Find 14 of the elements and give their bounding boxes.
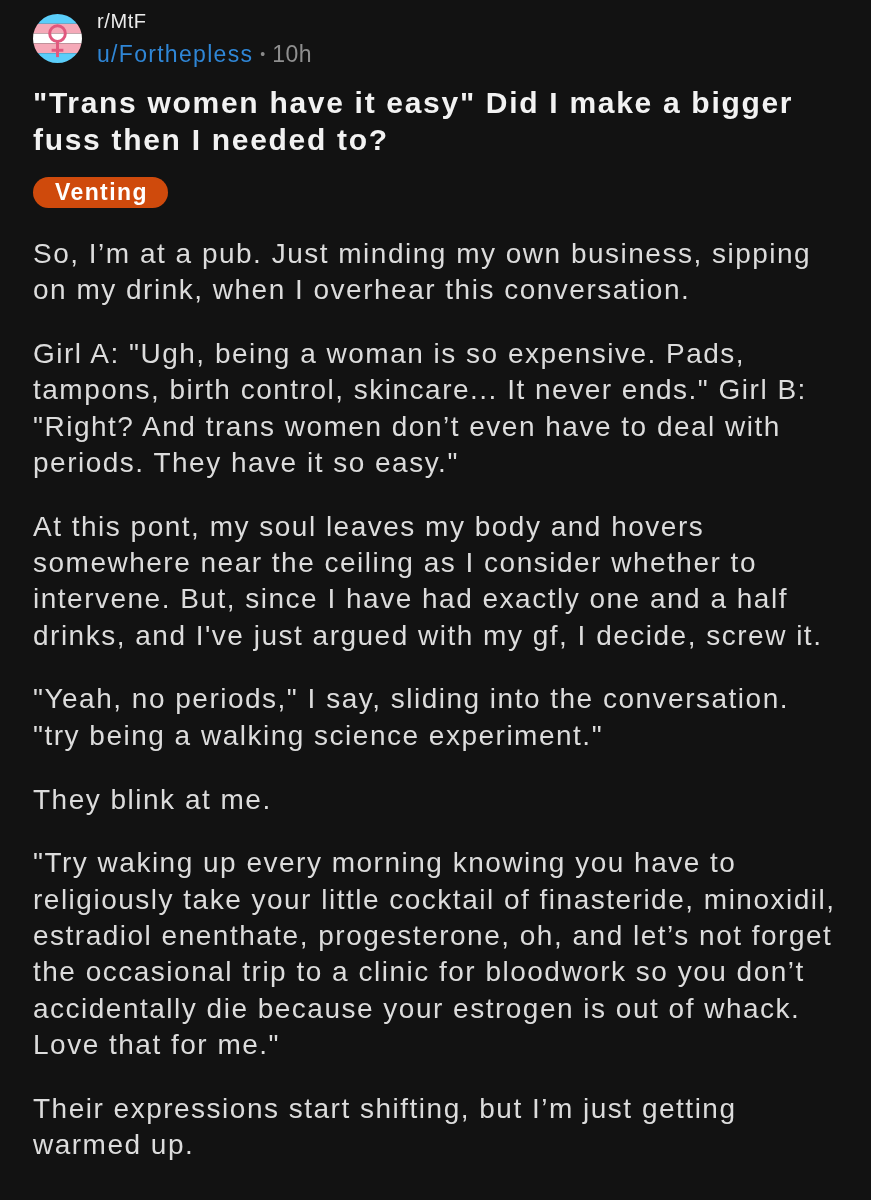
body-paragraph: Their expressions start shifting, but I’m just getting warmed up. (33, 1091, 738, 1162)
post-age-text: 10h (272, 41, 313, 67)
username-link[interactable]: u/Forthepless (97, 41, 254, 67)
body-paragraph: "Try waking up every morning knowing you have to religiously take your little cocktail of finasteride, minoxidil, estradiol enenthate, progesterone, oh, and let’s not forget the occasional trip to a clinic for bloodwork so you don’t accidentally die because your estrogen is out of whack. Love that for me." (33, 846, 837, 1062)
flair-tag[interactable]: Venting (33, 177, 168, 208)
body-paragraph: "Yeah, no periods," I say, sliding into the conversation. "try being a walking science experiment." (33, 682, 790, 753)
body-paragraph: Girl A: "Ugh, being a woman is so expensive. Pads, tampons, birth control, skincare... It never ends." Girl B: "Right? And trans women don’t even have to deal with periods. They have it so easy." (33, 337, 808, 480)
flag-avatar-icon (33, 14, 82, 63)
body-paragraph: So, I’m at a pub. Just minding my own business, sipping on my drink, when I overhear this conversation. (33, 237, 813, 308)
post-title: "Trans women have it easy" Did I make a bigger fuss then I needed to? (33, 85, 795, 158)
body-paragraph: At this pont, my soul leaves my body and hovers somewhere near the ceiling as I consider whether to intervene. But, since I have had exactly one and a half drinks, and I've just argued with my gf, I decide, screw it. (33, 509, 824, 653)
body-paragraph: They blink at me. (33, 782, 273, 817)
subreddit-link[interactable]: r/MtF (97, 10, 147, 32)
separator-text: • (260, 45, 266, 64)
